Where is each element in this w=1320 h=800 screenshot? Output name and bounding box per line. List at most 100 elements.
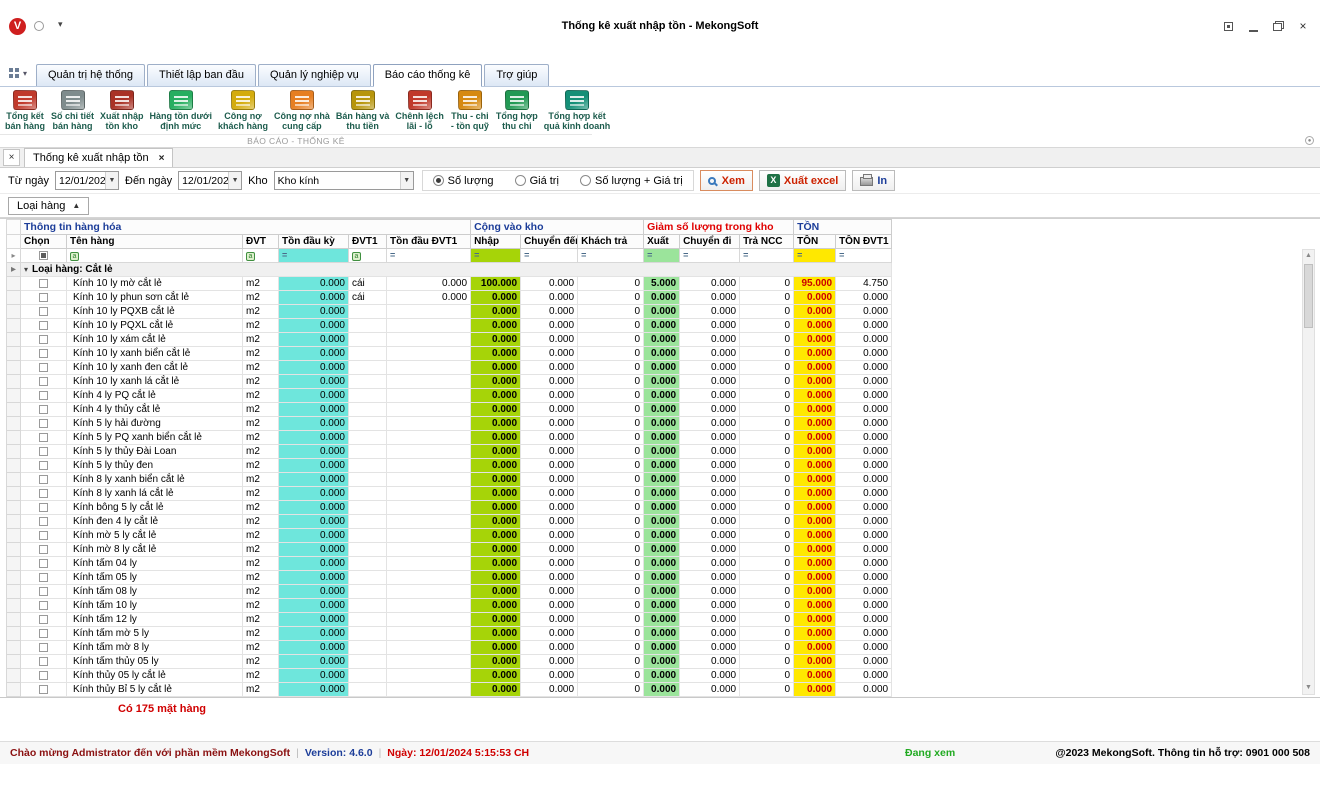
filter-dvt1[interactable]	[349, 249, 387, 263]
ribbon-button[interactable]: Xuất nhập tồn kho	[97, 90, 147, 132]
row-checkbox[interactable]	[39, 657, 48, 666]
ribbon-collapse-button[interactable]: ●	[1305, 136, 1314, 145]
ribbon-button[interactable]: Số chi tiết bán hàng	[48, 90, 97, 132]
menu-tab[interactable]: Quản lý nghiệp vụ	[258, 64, 371, 86]
menu-tab[interactable]: Quản trị hệ thống	[36, 64, 145, 86]
group-by-field-button[interactable]: Loại hàng ▲	[8, 197, 89, 215]
menu-tab[interactable]: Trợ giúp	[484, 64, 549, 86]
radio-option[interactable]: Số lượng	[433, 175, 494, 187]
close-button[interactable]: ×	[1296, 19, 1310, 33]
row-checkbox[interactable]	[39, 531, 48, 540]
row-checkbox[interactable]	[39, 391, 48, 400]
row-checkbox[interactable]	[39, 293, 48, 302]
col-header-nhap[interactable]: Nhập	[471, 235, 521, 249]
row-checkbox[interactable]	[39, 419, 48, 428]
row-checkbox[interactable]	[39, 671, 48, 680]
row-checkbox[interactable]	[39, 363, 48, 372]
row-checkbox[interactable]	[39, 587, 48, 596]
row-checkbox[interactable]	[39, 475, 48, 484]
ribbon-button[interactable]: Hàng tồn dưới định mức	[147, 90, 215, 132]
print-button[interactable]: In	[852, 170, 895, 191]
scroll-down-icon[interactable]: ▼	[1303, 682, 1314, 694]
filter-chon[interactable]	[21, 249, 67, 263]
row-checkbox[interactable]	[39, 489, 48, 498]
chevron-down-icon[interactable]: ▼	[105, 172, 118, 189]
view-button[interactable]: Xem	[700, 170, 753, 191]
row-checkbox[interactable]	[39, 377, 48, 386]
row-checkbox[interactable]	[39, 559, 48, 568]
filter-ton-dau-ky[interactable]	[279, 249, 349, 263]
row-checkbox[interactable]	[39, 643, 48, 652]
row-checkbox[interactable]	[39, 349, 48, 358]
collapse-group-icon[interactable]: ▾	[24, 263, 28, 276]
select-all-checkbox[interactable]	[39, 251, 48, 260]
restore-button[interactable]	[1271, 19, 1285, 33]
row-checkbox[interactable]	[39, 461, 48, 470]
row-checkbox[interactable]	[39, 629, 48, 638]
chevron-down-icon[interactable]: ▼	[228, 172, 241, 189]
col-header-tra-ncc[interactable]: Trả NCC	[740, 235, 794, 249]
row-checkbox[interactable]	[39, 447, 48, 456]
col-header-dvt1[interactable]: ĐVT1	[349, 235, 387, 249]
ribbon-button[interactable]: Tổng hợp kết quả kinh doanh	[541, 90, 614, 132]
col-header-chon[interactable]: Chọn	[21, 235, 67, 249]
vertical-scrollbar[interactable]: ▲ ▼	[1302, 249, 1315, 695]
close-all-tabs-button[interactable]: ×	[3, 149, 20, 166]
pin-button[interactable]	[1221, 19, 1235, 33]
radio-option[interactable]: Giá trị	[515, 175, 559, 187]
tab-close-icon[interactable]: ×	[159, 153, 165, 164]
row-checkbox[interactable]	[39, 433, 48, 442]
ribbon-button[interactable]: Tổng hợp thu chi	[493, 90, 541, 132]
filter-ton-dvt1[interactable]	[836, 249, 892, 263]
row-checkbox[interactable]	[39, 545, 48, 554]
from-date-input[interactable]: 12/01/2024 ▼	[55, 171, 119, 190]
row-checkbox[interactable]	[39, 335, 48, 344]
export-excel-button[interactable]: X Xuất excel	[759, 170, 846, 191]
row-checkbox[interactable]	[39, 279, 48, 288]
to-date-input[interactable]: 12/01/2024 ▼	[178, 171, 242, 190]
filter-chuyen-di[interactable]	[680, 249, 740, 263]
row-checkbox[interactable]	[39, 615, 48, 624]
row-checkbox[interactable]	[39, 573, 48, 582]
row-checkbox[interactable]	[39, 685, 48, 694]
minimize-button[interactable]	[1246, 19, 1260, 33]
system-menu-button[interactable]: ▾	[9, 68, 27, 79]
filter-ton-dau-dvt1[interactable]	[387, 249, 471, 263]
filter-chuyen-den[interactable]	[521, 249, 578, 263]
ribbon-button[interactable]: Chênh lệch lãi - lỗ	[392, 90, 447, 132]
chevron-down-icon[interactable]: ▼	[400, 172, 413, 189]
menu-tab[interactable]: Báo cáo thống kê	[373, 64, 483, 86]
col-header-ton-dau-ky[interactable]: Tồn đầu kỳ	[279, 235, 349, 249]
group-row[interactable]: ▸ ▾Loại hàng: Cắt lẻ	[7, 263, 892, 277]
ribbon-button[interactable]: Công nợ nhà cung cấp	[271, 90, 333, 132]
ribbon-button[interactable]: Công nợ khách hàng	[215, 90, 271, 132]
scroll-up-icon[interactable]: ▲	[1303, 250, 1314, 262]
filter-ten-hang[interactable]	[67, 249, 243, 263]
menu-tab[interactable]: Thiết lập ban đầu	[147, 64, 256, 86]
warehouse-select[interactable]: Kho kính ▼	[274, 171, 414, 190]
group-row-cell[interactable]: ▾Loại hàng: Cắt lẻ	[21, 263, 892, 277]
scrollbar-thumb[interactable]	[1304, 264, 1313, 328]
row-checkbox[interactable]	[39, 503, 48, 512]
col-header-ten-hang[interactable]: Tên hàng	[67, 235, 243, 249]
row-checkbox[interactable]	[39, 601, 48, 610]
filter-khach-tra[interactable]	[578, 249, 644, 263]
row-checkbox[interactable]	[39, 307, 48, 316]
col-header-khach-tra[interactable]: Khách trả	[578, 235, 644, 249]
filter-nhap[interactable]	[471, 249, 521, 263]
col-header-ton-dvt1[interactable]: TỒN ĐVT1	[836, 235, 892, 249]
radio-option[interactable]: Số lượng + Giá trị	[580, 175, 683, 187]
row-checkbox[interactable]	[39, 517, 48, 526]
document-tab[interactable]: Thống kê xuất nhập tồn ×	[24, 148, 173, 167]
row-checkbox[interactable]	[39, 405, 48, 414]
col-header-dvt[interactable]: ĐVT	[243, 235, 279, 249]
col-header-xuat[interactable]: Xuất	[644, 235, 680, 249]
filter-xuat[interactable]	[644, 249, 680, 263]
col-header-ton[interactable]: TỒN	[794, 235, 836, 249]
filter-ton[interactable]	[794, 249, 836, 263]
col-header-chuyen-di[interactable]: Chuyển đi	[680, 235, 740, 249]
ribbon-button[interactable]: Thu - chi - tồn quỹ	[447, 90, 493, 132]
ribbon-button[interactable]: Bán hàng và thu tiền	[333, 90, 393, 132]
row-checkbox[interactable]	[39, 321, 48, 330]
col-header-chuyen-den[interactable]: Chuyển đến	[521, 235, 578, 249]
